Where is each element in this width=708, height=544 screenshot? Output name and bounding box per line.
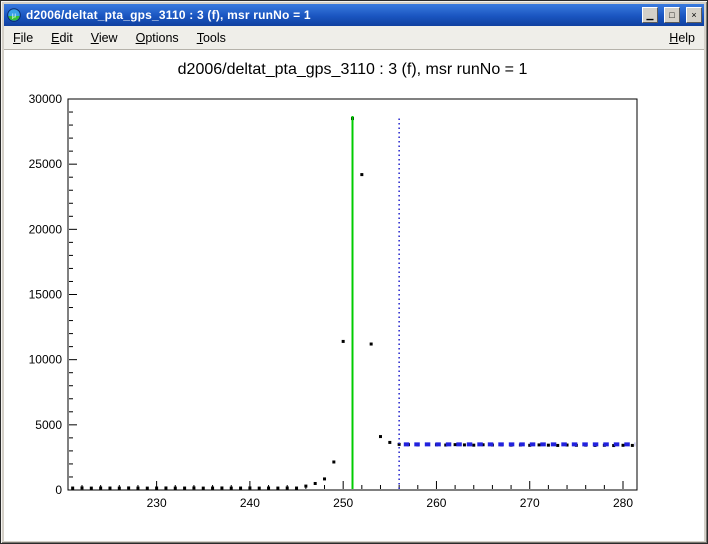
- menu-tools[interactable]: Tools: [188, 27, 235, 49]
- app-icon[interactable]: μ: [6, 7, 22, 23]
- svg-text:280: 280: [613, 496, 633, 510]
- svg-text:0: 0: [55, 483, 62, 497]
- title-bar[interactable]: μ d2006/deltat_pta_gps_3110 : 3 (f), msr…: [4, 4, 704, 26]
- svg-text:15000: 15000: [29, 288, 63, 302]
- plot-area[interactable]: d2006/deltat_pta_gps_3110 : 3 (f), msr r…: [4, 50, 704, 541]
- chart-canvas[interactable]: d2006/deltat_pta_gps_3110 : 3 (f), msr r…: [4, 50, 704, 541]
- svg-text:d2006/deltat_pta_gps_3110 : 3: d2006/deltat_pta_gps_3110 : 3 (f), msr r…: [178, 61, 528, 78]
- menu-file[interactable]: File: [4, 27, 42, 49]
- svg-text:270: 270: [520, 496, 540, 510]
- close-button[interactable]: ×: [686, 7, 702, 23]
- svg-text:25000: 25000: [29, 157, 63, 171]
- menu-options[interactable]: Options: [127, 27, 188, 49]
- minimize-button[interactable]: ▁: [642, 7, 658, 23]
- menu-help[interactable]: Help: [660, 27, 704, 49]
- menu-view[interactable]: View: [82, 27, 127, 49]
- svg-text:240: 240: [240, 496, 260, 510]
- app-window: μ d2006/deltat_pta_gps_3110 : 3 (f), msr…: [0, 0, 708, 544]
- svg-text:10000: 10000: [29, 353, 63, 367]
- svg-text:250: 250: [333, 496, 353, 510]
- app-logo-icon: μ: [7, 8, 21, 22]
- menu-bar: File Edit View Options Tools Help: [4, 26, 704, 50]
- maximize-button[interactable]: □: [664, 7, 680, 23]
- svg-text:μ: μ: [12, 13, 16, 20]
- menu-edit[interactable]: Edit: [42, 27, 82, 49]
- svg-text:5000: 5000: [35, 418, 62, 432]
- svg-text:260: 260: [426, 496, 446, 510]
- svg-text:20000: 20000: [29, 222, 63, 236]
- window-title: d2006/deltat_pta_gps_3110 : 3 (f), msr r…: [26, 8, 636, 22]
- svg-text:30000: 30000: [29, 92, 63, 106]
- svg-text:230: 230: [147, 496, 167, 510]
